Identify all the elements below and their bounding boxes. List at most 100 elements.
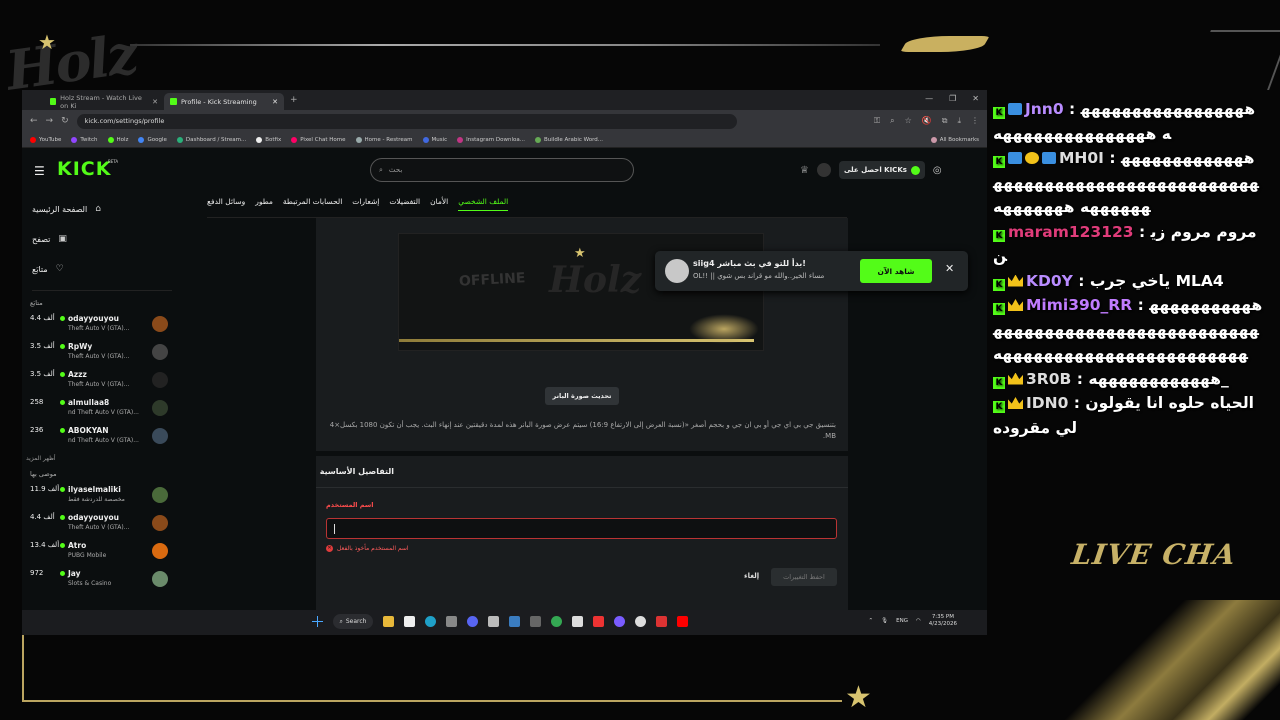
steam-icon[interactable] xyxy=(509,616,520,627)
channel-item[interactable]: 4.4 ألف odayyouyou Theft Auto V (GTA)... xyxy=(28,311,178,339)
channel-item[interactable]: 13.4 ألف Atro PUBG Mobile xyxy=(28,538,178,566)
tab-payment[interactable]: وسائل الدفع xyxy=(207,197,245,211)
back-icon[interactable]: ← xyxy=(30,116,38,126)
file-explorer-icon[interactable] xyxy=(383,616,394,627)
new-tab-icon[interactable]: + xyxy=(284,95,304,105)
reload-icon[interactable]: ↻ xyxy=(61,116,69,126)
update-banner-button[interactable]: تحديث صورة البانر xyxy=(545,387,619,405)
chat-text: ههههههههههههه_ xyxy=(1088,369,1229,388)
close-icon[interactable]: ✕ xyxy=(152,98,158,106)
zoom-icon[interactable]: ⌕ xyxy=(890,116,894,126)
header-actions: ♕ احصل على KICKs ◎ xyxy=(800,161,942,179)
download-icon[interactable]: ⤓ xyxy=(957,116,961,126)
windows-start-icon[interactable] xyxy=(312,616,323,627)
channel-item[interactable]: 4.4 ألف odayyouyou Theft Auto V (GTA)... xyxy=(28,510,178,538)
app-icon[interactable] xyxy=(488,616,499,627)
kick-page: ☰ KICK BETA ⌕ بحث ♕ احصل على KICKs ◎ ⌂ ال… xyxy=(22,148,987,619)
tab-profile[interactable]: الملف الشخصي xyxy=(458,197,509,211)
adobe-icon[interactable] xyxy=(593,616,604,627)
crown-badge-icon xyxy=(1008,372,1023,385)
tab-preferences[interactable]: التفضيلات xyxy=(389,197,420,211)
bookmark-item[interactable]: Instagram Downloa... xyxy=(457,136,525,143)
app-icon[interactable] xyxy=(614,616,625,627)
mute-icon[interactable]: 🔇 xyxy=(922,116,932,126)
channel-item[interactable]: 236 ABOKYAN nd Theft Auto V (GTA)... xyxy=(28,423,178,451)
kick-badge-icon: K xyxy=(993,156,1005,168)
chat-username: Mimi390_RR xyxy=(1026,296,1133,314)
app-icon[interactable] xyxy=(530,616,541,627)
tab-security[interactable]: الأمان xyxy=(430,197,448,211)
discord-icon[interactable] xyxy=(467,616,478,627)
channel-item[interactable]: 11.9 ألف ilyaselmaliki مخصصة للدردشة فقط xyxy=(28,482,178,510)
extensions-icon[interactable]: ⧉ xyxy=(942,116,948,126)
toast-title: siig4 بدأ للتو في بث مباشر! xyxy=(693,259,806,268)
edge-icon[interactable] xyxy=(425,616,436,627)
youtube-icon[interactable] xyxy=(677,616,688,627)
bookmark-item[interactable]: Home - Restream xyxy=(355,136,413,143)
close-icon[interactable]: ✕ xyxy=(945,262,954,275)
bookmark-item[interactable]: Dashboard / Stream... xyxy=(176,136,246,143)
stream-overlay: Holz ★ ★ Holz Stream - Watch Live on Ki … xyxy=(0,0,1280,720)
url-field[interactable]: kick.com/settings/profile xyxy=(76,113,737,129)
save-button[interactable]: احفظ التغييرات xyxy=(771,568,837,586)
bookmark-item[interactable]: Botfix xyxy=(256,136,281,143)
channel-item[interactable]: 258 almullaa8 nd Theft Auto V (GTA)... xyxy=(28,395,178,423)
all-bookmarks[interactable]: All Bookmarks xyxy=(930,136,979,143)
app-icon[interactable] xyxy=(656,616,667,627)
tab-developer[interactable]: مطور xyxy=(255,197,273,211)
username-input[interactable] xyxy=(326,518,837,539)
channel-item[interactable]: 3.5 ألف Azzz Theft Auto V (GTA)... xyxy=(28,367,178,395)
browser-tab-stream[interactable]: Holz Stream - Watch Live on Ki ✕ xyxy=(44,93,164,110)
bookmark-star-icon[interactable]: ☆ xyxy=(905,116,912,126)
kick-header: ☰ KICK BETA ⌕ بحث ♕ احصل على KICKs ◎ xyxy=(22,148,987,194)
hamburger-menu-icon[interactable]: ☰ xyxy=(34,164,45,178)
live-chat-label: LIVE CHA xyxy=(1069,538,1239,571)
minimize-icon[interactable]: — xyxy=(925,94,933,103)
bookmark-item[interactable]: Holz xyxy=(107,136,128,143)
channel-item[interactable]: 972 Jay Slots & Casino xyxy=(28,566,178,594)
key-icon[interactable]: ⚿ xyxy=(874,116,880,126)
avatar xyxy=(152,372,168,388)
store-icon[interactable] xyxy=(404,616,415,627)
close-window-icon[interactable]: ✕ xyxy=(972,94,979,103)
chat-username: MH0I xyxy=(1059,149,1104,167)
close-icon[interactable]: ✕ xyxy=(272,98,278,106)
calculator-icon[interactable] xyxy=(446,616,457,627)
kick-logo[interactable]: KICK xyxy=(57,158,111,180)
show-more-link[interactable]: أظهر المزيد xyxy=(22,451,182,468)
maximize-icon[interactable]: ❐ xyxy=(949,94,956,103)
menu-icon[interactable]: ⋮ xyxy=(971,116,979,126)
tab-notifications[interactable]: إشعارات xyxy=(352,197,379,211)
mic-icon[interactable]: 🎙 xyxy=(881,618,888,624)
bookmark-item[interactable]: Google xyxy=(138,136,167,143)
bookmark-item[interactable]: Twitch xyxy=(71,136,98,143)
sidebar-item-home[interactable]: ⌂ الصفحة الرئيسية xyxy=(32,194,172,224)
search-input[interactable]: ⌕ بحث xyxy=(370,158,634,182)
bookmark-item[interactable]: YouTube xyxy=(30,136,61,143)
sidebar-item-browse[interactable]: ▣ تصفح xyxy=(32,224,172,254)
tab-connected-accounts[interactable]: الحسابات المرتبطة xyxy=(283,197,342,211)
get-kicks-button[interactable]: احصل على KICKs xyxy=(838,161,925,179)
bookmark-item[interactable]: Music xyxy=(422,136,447,143)
watch-now-button[interactable]: شاهد الآن xyxy=(860,259,932,283)
taskbar-search[interactable]: ⌕ Search xyxy=(333,614,373,629)
gift-icon[interactable]: ♕ xyxy=(800,165,809,176)
forward-icon[interactable]: → xyxy=(46,116,54,126)
chevron-up-icon[interactable]: ⌃ xyxy=(869,618,874,624)
bookmark-item[interactable]: Pixel Chat Home xyxy=(291,136,346,143)
support-icon[interactable]: ◎ xyxy=(933,165,942,176)
chat-text: ياخي جرب MLA4 xyxy=(1089,271,1224,290)
browser-tab-profile[interactable]: Profile - Kick Streaming ✕ xyxy=(164,93,284,110)
browser-window: Holz Stream - Watch Live on Ki ✕ Profile… xyxy=(22,90,987,635)
avatar[interactable] xyxy=(816,163,831,177)
capcut-icon[interactable] xyxy=(572,616,583,627)
sidebar-item-following[interactable]: ♡ متابَع xyxy=(32,254,172,284)
channel-item[interactable]: 3.5 ألف RpWy Theft Auto V (GTA)... xyxy=(28,339,178,367)
bookmark-item[interactable]: Buildle Arabic Word... xyxy=(535,136,603,143)
wifi-icon[interactable]: ◠ xyxy=(916,618,921,624)
cancel-button[interactable]: إلغاء xyxy=(744,572,759,580)
obs-icon[interactable] xyxy=(635,616,646,627)
language-indicator[interactable]: ENG xyxy=(896,618,908,624)
clock[interactable]: 7:35 PM 4/23/2026 xyxy=(929,614,957,628)
chrome-icon[interactable] xyxy=(551,616,562,627)
